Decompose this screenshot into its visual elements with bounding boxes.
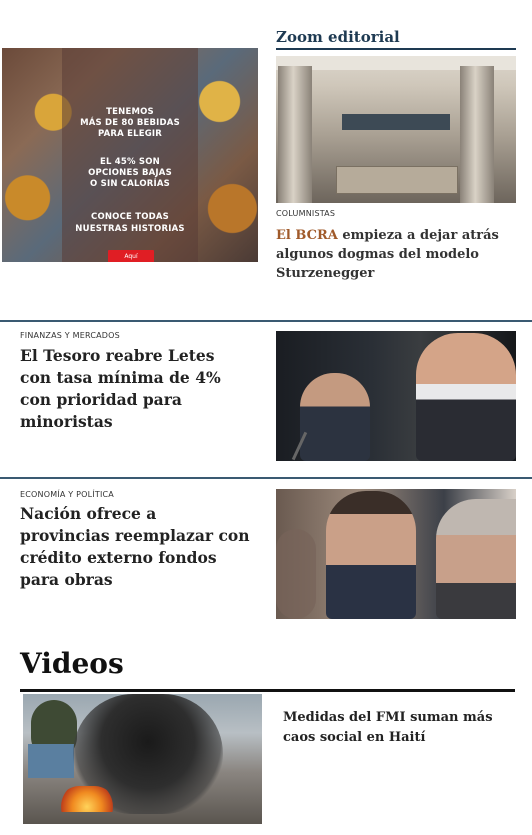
haiti-video-thumbnail[interactable] bbox=[23, 694, 262, 824]
article-kicker[interactable]: FINANZAS Y MERCADOS bbox=[20, 331, 120, 340]
photo-detail bbox=[436, 499, 516, 619]
section-separator bbox=[0, 320, 532, 322]
ad-text-line: EL 45% SON bbox=[100, 157, 160, 167]
ad-text-line: MÁS DE 80 BEBIDAS bbox=[80, 118, 180, 128]
ad-text-line: TENEMOS bbox=[106, 107, 154, 117]
article-headline-nacion[interactable]: Nación ofrece a provincias reemplazar co… bbox=[20, 503, 250, 591]
headline-accent: El BCRA bbox=[276, 228, 338, 243]
photo-detail bbox=[276, 529, 316, 619]
advertisement-banner[interactable]: TENEMOS MÁS DE 80 BEBIDAS PARA ELEGIR EL… bbox=[2, 48, 258, 262]
photo-detail bbox=[336, 166, 458, 194]
press-conference-photo[interactable] bbox=[276, 331, 516, 461]
section-title-zoom-editorial[interactable]: Zoom editorial bbox=[276, 28, 400, 46]
section-title-videos[interactable]: Videos bbox=[20, 647, 124, 680]
section-divider bbox=[276, 48, 516, 50]
photo-detail bbox=[300, 373, 370, 461]
article-kicker[interactable]: ECONOMÍA Y POLÍTICA bbox=[20, 490, 114, 499]
article-headline-letes[interactable]: El Tesoro reabre Letes con tasa mínima d… bbox=[20, 345, 250, 433]
ad-text-line: OPCIONES BAJAS bbox=[88, 168, 172, 178]
ad-text-line: CONOCE TODAS bbox=[91, 212, 169, 222]
article-kicker[interactable]: COLUMNISTAS bbox=[276, 209, 335, 218]
photo-detail bbox=[278, 66, 312, 203]
officials-photo[interactable] bbox=[276, 489, 516, 619]
ad-cta-button[interactable]: Aquí bbox=[108, 250, 154, 262]
article-headline-bcra[interactable]: El BCRA empieza a dejar atrás algunos do… bbox=[276, 226, 506, 283]
ad-text-line: NUESTRAS HISTORIAS bbox=[75, 224, 185, 234]
photo-detail bbox=[326, 491, 416, 619]
photo-detail bbox=[28, 744, 74, 778]
photo-detail bbox=[342, 114, 450, 130]
ad-text-line: O SIN CALORÍAS bbox=[90, 179, 170, 189]
video-headline-haiti[interactable]: Medidas del FMI suman más caos social en… bbox=[283, 708, 493, 748]
section-divider bbox=[20, 689, 515, 692]
ad-text-line: PARA ELEGIR bbox=[97, 129, 163, 139]
section-separator bbox=[0, 477, 532, 479]
bcra-building-photo[interactable] bbox=[276, 56, 516, 203]
photo-detail bbox=[57, 786, 117, 812]
photo-detail bbox=[460, 66, 494, 203]
photo-detail bbox=[416, 333, 516, 461]
